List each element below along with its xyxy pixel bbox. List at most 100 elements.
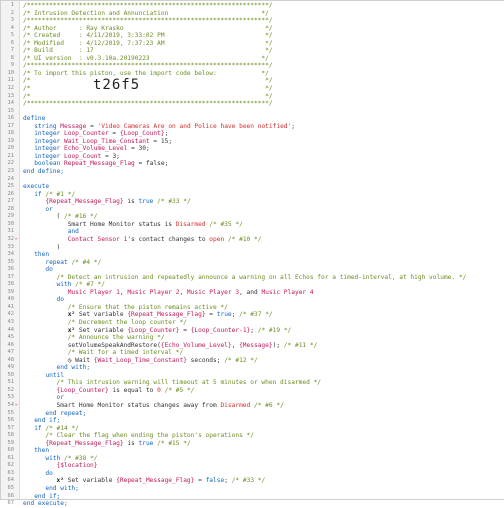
line-number: 8 bbox=[10, 54, 14, 61]
token: /* Announce the warning */ bbox=[67, 334, 165, 342]
code-line: 54 ▸ Smart Home Monitor status changes aw… bbox=[1, 402, 504, 410]
token: Wait_Loop_Time_Constant bbox=[64, 137, 150, 145]
code-line: 5 /* Created : 4/11/2019, 3:33:02 PM */ bbox=[1, 32, 504, 40]
set-variable-icon: x² bbox=[67, 311, 79, 319]
token: false bbox=[205, 477, 225, 485]
token: or bbox=[45, 205, 53, 213]
code-line: 12 /* */t26f5 bbox=[1, 78, 504, 93]
line-text: ◷ Wait {Wait_Loop_Time_Constant} seconds… bbox=[23, 357, 258, 365]
token: Loop_Count bbox=[64, 152, 102, 160]
token: /***************************************… bbox=[23, 2, 273, 9]
line-number: 56 bbox=[7, 417, 15, 424]
code-line: 8 /* UI version : v0.3.10a.20190223 */ bbox=[1, 55, 504, 63]
token: = bbox=[194, 477, 206, 485]
token: Set variable bbox=[67, 477, 117, 485]
code-line: 43 /* Decrement the loop counter */ bbox=[1, 319, 504, 327]
token: /* #5 */ bbox=[164, 386, 195, 394]
token: setVolumeSpeakAndRestore( bbox=[67, 341, 161, 349]
line-text: end with; bbox=[23, 364, 91, 372]
code-line: 58 /* Clear the flag when ending the pis… bbox=[1, 432, 504, 440]
code-line: 29 ( /* #16 */ bbox=[1, 213, 504, 221]
code-line: 62 {$location} bbox=[1, 462, 504, 470]
line-text: /* Clear the flag when ending the piston… bbox=[23, 432, 254, 440]
line-number: 10 bbox=[7, 69, 15, 76]
line-number: 48 bbox=[7, 356, 15, 363]
code-line: 4 /* Author : Ray Krasko */ bbox=[1, 25, 504, 33]
line-text: until bbox=[23, 372, 64, 380]
code-line: 67 end execute; bbox=[1, 500, 504, 508]
token: Message bbox=[60, 122, 87, 130]
code-line: 52 {Loop_Counter} is equal to 0 /* #5 */ bbox=[1, 387, 504, 395]
token: 's contact changes to bbox=[127, 235, 210, 243]
token: /* Decrement the loop counter */ bbox=[67, 318, 187, 326]
fold-marker-icon[interactable]: ▸ bbox=[15, 402, 19, 410]
token: {Wait_Loop_Time_Constant} bbox=[93, 356, 187, 364]
line-text: string Message = 'Video Cameras Are on a… bbox=[23, 123, 295, 131]
token: end if; bbox=[34, 417, 61, 425]
token: /* Clear the flag when ending the piston… bbox=[45, 432, 254, 440]
code-line: 30 Smart Home Monitor status is Disarmed… bbox=[1, 221, 504, 229]
code-line: 39 Music Player 1, Music Player 2, Music… bbox=[1, 289, 504, 297]
token: /* Author : Ray Krasko */ bbox=[23, 24, 273, 32]
line-number: 32 bbox=[7, 235, 15, 242]
code-line: 23 end define; bbox=[1, 168, 504, 176]
token: /* Intrusion Detection and Annunciation … bbox=[23, 9, 269, 17]
token: , bbox=[179, 288, 187, 296]
line-number: 60 bbox=[7, 447, 15, 454]
line-text: Contact Sensor 1's contact changes to op… bbox=[23, 235, 262, 244]
code-line: 1 /**************************************… bbox=[1, 2, 504, 10]
line-text: end with; bbox=[23, 485, 79, 493]
line-number: 37 bbox=[7, 273, 15, 280]
line-number: 13 bbox=[7, 92, 15, 99]
line-number: 59 bbox=[7, 439, 15, 446]
token: Wait bbox=[75, 356, 94, 364]
line-number: 20 bbox=[7, 145, 15, 152]
line-text: Music Player 1, Music Player 2, Music Pl… bbox=[23, 289, 314, 297]
fold-marker-icon[interactable]: ▸ bbox=[15, 236, 19, 244]
line-number: 55 bbox=[7, 409, 15, 416]
code-line: 59 {Repeat_Message_Flag} is true /* #15 … bbox=[1, 440, 504, 448]
token: /* */ bbox=[23, 92, 273, 100]
token: boolean bbox=[34, 160, 61, 168]
line-number: 50 bbox=[7, 371, 15, 378]
token: Music Player 3 bbox=[186, 288, 240, 296]
token: Loop_Counter bbox=[64, 130, 109, 138]
token: Music Player 1 bbox=[67, 288, 120, 296]
line-text: integer Wait_Loop_Time_Constant = 15; bbox=[23, 138, 172, 146]
code-listing: 1 /**************************************… bbox=[1, 2, 504, 508]
code-line: 3 /**************************************… bbox=[1, 17, 504, 25]
line-number: 7 bbox=[10, 47, 14, 54]
token: Repeat_Message_Flag bbox=[64, 160, 135, 168]
line-number: 45 bbox=[7, 334, 15, 341]
token: end execute; bbox=[23, 500, 68, 508]
token: integer bbox=[34, 152, 61, 160]
line-text: {Loop_Counter} is equal to 0 /* #5 */ bbox=[23, 386, 195, 395]
token: /* #1 */ bbox=[45, 190, 76, 198]
token: /* */ bbox=[23, 85, 273, 93]
code-line: 49 end with; bbox=[1, 364, 504, 372]
line-text: /* Created : 4/11/2019, 3:33:02 PM */ bbox=[23, 32, 273, 40]
line-text: with /* #38 */ bbox=[23, 455, 97, 463]
code-line: 18 integer Loop_Counter = {Loop_Count}; bbox=[1, 130, 504, 138]
line-text: /* */ bbox=[23, 93, 273, 101]
token: Smart Home Monitor status changes away f… bbox=[56, 401, 221, 409]
line-text: setVolumeSpeakAndRestore({Echo_Volume_Le… bbox=[23, 341, 318, 350]
line-text: integer Echo_Volume_Level = 30; bbox=[23, 145, 150, 153]
line-number: 67 bbox=[7, 500, 15, 507]
line-number: 46 bbox=[7, 341, 15, 348]
line-number: 43 bbox=[7, 318, 15, 325]
token: Disarmed bbox=[220, 401, 251, 409]
token: {Repeat_Message_Flag} bbox=[116, 477, 195, 485]
token: /* #10 */ bbox=[227, 235, 262, 243]
token: /* Modified : 4/12/2019, 7:37:23 AM */ bbox=[23, 39, 273, 47]
line-text: end execute; bbox=[23, 500, 68, 508]
